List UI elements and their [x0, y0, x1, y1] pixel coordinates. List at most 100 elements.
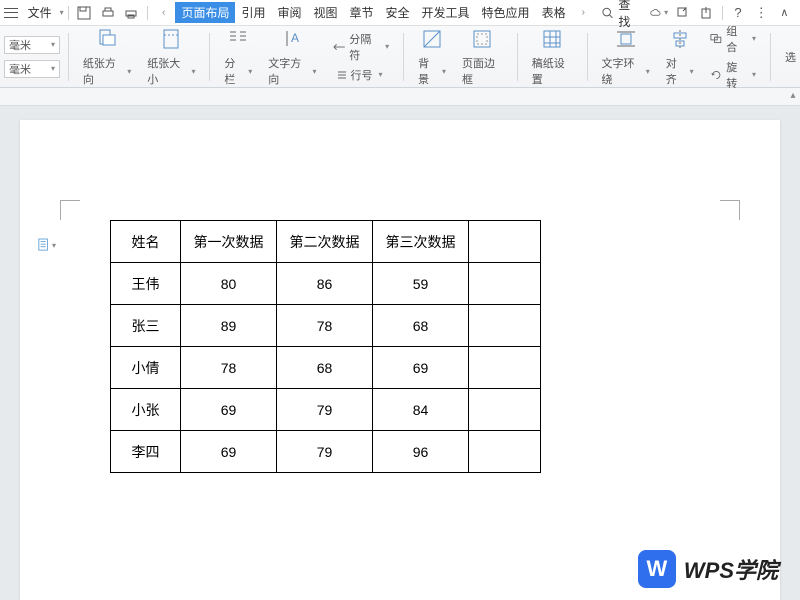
- file-menu[interactable]: 文件: [22, 2, 58, 23]
- page-size-icon: [158, 26, 184, 51]
- table-cell[interactable]: [469, 389, 541, 431]
- page-border-icon: [469, 26, 495, 51]
- overflow-right-icon[interactable]: ›: [575, 4, 592, 22]
- table-cell[interactable]: 68: [277, 347, 373, 389]
- svg-text:A: A: [291, 31, 299, 45]
- print-icon[interactable]: [123, 4, 140, 22]
- table-cell[interactable]: 王伟: [111, 263, 181, 305]
- table-cell[interactable]: 69: [181, 431, 277, 473]
- overflow-left-icon[interactable]: ‹: [155, 4, 172, 22]
- tab-devtools[interactable]: 开发工具: [416, 2, 476, 23]
- table-header[interactable]: 第二次数据: [277, 221, 373, 263]
- align-icon: [667, 26, 693, 51]
- table-cell[interactable]: 86: [277, 263, 373, 305]
- table-cell[interactable]: [469, 431, 541, 473]
- table-cell[interactable]: 96: [373, 431, 469, 473]
- rotate-button[interactable]: 旋转▾: [710, 59, 756, 91]
- rotate-icon: [710, 69, 723, 81]
- tab-view[interactable]: 视图: [307, 2, 343, 23]
- horizontal-ruler[interactable]: [0, 88, 800, 106]
- unit-top[interactable]: 毫米▾: [4, 36, 60, 54]
- table-cell[interactable]: 79: [277, 431, 373, 473]
- tab-review[interactable]: 审阅: [271, 2, 307, 23]
- search-icon: [601, 6, 614, 20]
- table-header-row[interactable]: 姓名 第一次数据 第二次数据 第三次数据: [111, 221, 541, 263]
- table-cell[interactable]: 小张: [111, 389, 181, 431]
- gaozhishe-button[interactable]: 稿纸设置: [524, 26, 581, 87]
- paragraph-options-icon[interactable]: ▾: [38, 236, 56, 254]
- table-header[interactable]: 姓名: [111, 221, 181, 263]
- tab-references[interactable]: 引用: [235, 2, 271, 23]
- table-row[interactable]: 小张697984: [111, 389, 541, 431]
- table-cell[interactable]: 80: [181, 263, 277, 305]
- help-icon[interactable]: ?: [729, 4, 746, 22]
- table-cell[interactable]: [469, 305, 541, 347]
- collapse-ribbon-icon[interactable]: ∧: [776, 4, 793, 22]
- text-direction-button[interactable]: A 文字方向▾: [260, 26, 324, 87]
- table-cell[interactable]: 84: [373, 389, 469, 431]
- group-button[interactable]: 组合▾: [710, 23, 756, 55]
- hamburger-icon[interactable]: [4, 8, 18, 18]
- table-cell[interactable]: 小倩: [111, 347, 181, 389]
- line-number-button[interactable]: 行号▾: [333, 67, 390, 83]
- menubar: 文件 ▾ ‹ 页面布局 引用 审阅 视图 章节 安全 开发工具 特色应用 表格 …: [0, 0, 800, 26]
- save-icon[interactable]: [76, 4, 93, 22]
- tab-table[interactable]: 表格: [536, 2, 572, 23]
- unit-bottom[interactable]: 毫米▾: [4, 60, 60, 78]
- tab-special-apps[interactable]: 特色应用: [476, 2, 536, 23]
- data-table[interactable]: 姓名 第一次数据 第二次数据 第三次数据 王伟808659张三897868小倩7…: [110, 220, 541, 473]
- table-cell[interactable]: 78: [277, 305, 373, 347]
- table-cell[interactable]: [469, 347, 541, 389]
- background-button[interactable]: 背景▾: [410, 26, 454, 87]
- text-wrap-icon: [613, 26, 639, 51]
- tab-security[interactable]: 安全: [380, 2, 416, 23]
- table-row[interactable]: 小倩786869: [111, 347, 541, 389]
- chevron-down-icon: ▾: [60, 8, 64, 17]
- text-wrap-button[interactable]: 文字环绕▾: [594, 26, 658, 87]
- export-icon[interactable]: [697, 4, 714, 22]
- scroll-up-icon[interactable]: ▴: [786, 90, 800, 104]
- table-cell[interactable]: [469, 263, 541, 305]
- separator: [68, 6, 69, 20]
- table-header[interactable]: [469, 221, 541, 263]
- print-preview-icon[interactable]: [99, 4, 116, 22]
- background-icon: [419, 26, 445, 51]
- table-cell[interactable]: 李四: [111, 431, 181, 473]
- table-cell[interactable]: 69: [181, 389, 277, 431]
- table-row[interactable]: 王伟808659: [111, 263, 541, 305]
- table-cell[interactable]: 79: [277, 389, 373, 431]
- ribbon: 毫米▾ 毫米▾ 纸张方向▾ 纸张大小▾ 分栏▾ A 文字方向▾ 分隔符▾ 行号▾…: [0, 26, 800, 88]
- page-size-button[interactable]: 纸张大小▾: [139, 26, 203, 87]
- table-cell[interactable]: 78: [181, 347, 277, 389]
- columns-icon: [225, 26, 251, 51]
- select-pane-button[interactable]: 选: [777, 26, 798, 87]
- wps-logo-icon: W: [638, 550, 676, 588]
- group-icon: [710, 33, 723, 45]
- wps-watermark: W WPS学院: [638, 550, 778, 588]
- tab-chapter[interactable]: 章节: [344, 2, 380, 23]
- document-area: ▴ ▾ 姓名 第一次数据 第二次数据 第三次数据 王伟808659张三89786…: [0, 88, 800, 600]
- margin-units: 毫米▾ 毫米▾: [2, 32, 62, 82]
- align-button[interactable]: 对齐▾: [658, 26, 702, 87]
- separator-button[interactable]: 分隔符▾: [333, 31, 390, 63]
- columns-button[interactable]: 分栏▾: [216, 26, 260, 87]
- cloud-icon[interactable]: ▾: [650, 4, 668, 22]
- more-icon[interactable]: ⋮: [753, 4, 770, 22]
- page-orientation-button[interactable]: 纸张方向▾: [75, 26, 139, 87]
- tab-page-layout[interactable]: 页面布局: [175, 2, 235, 23]
- table-row[interactable]: 张三897868: [111, 305, 541, 347]
- table-cell[interactable]: 张三: [111, 305, 181, 347]
- table-cell[interactable]: 69: [373, 347, 469, 389]
- page: ▾ 姓名 第一次数据 第二次数据 第三次数据 王伟808659张三897868小…: [20, 120, 780, 600]
- table-cell[interactable]: 59: [373, 263, 469, 305]
- separator-icon: [333, 41, 346, 53]
- table-cell[interactable]: 68: [373, 305, 469, 347]
- table-header[interactable]: 第一次数据: [181, 221, 277, 263]
- table-header[interactable]: 第三次数据: [373, 221, 469, 263]
- margin-corner-icon: [60, 200, 80, 220]
- share-icon[interactable]: [674, 4, 691, 22]
- page-border-button[interactable]: 页面边框: [454, 26, 511, 87]
- line-number-icon: [333, 69, 347, 81]
- table-row[interactable]: 李四697996: [111, 431, 541, 473]
- table-cell[interactable]: 89: [181, 305, 277, 347]
